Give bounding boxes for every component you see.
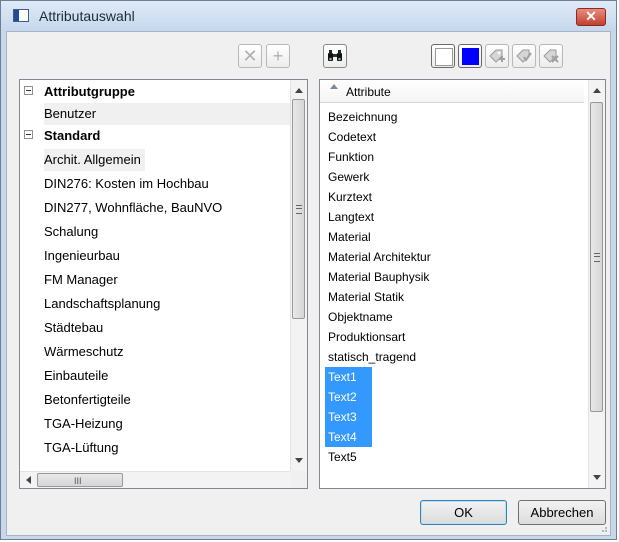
group-header[interactable]: Attributgruppe: [44, 81, 135, 103]
sort-ascending-icon: [330, 84, 338, 89]
delete-button[interactable]: ✕: [238, 44, 262, 68]
group-item[interactable]: TGA-Heizung: [44, 413, 123, 435]
attribute-item[interactable]: Material: [325, 227, 375, 247]
scroll-thumb[interactable]: [590, 102, 603, 412]
attribute-item[interactable]: Text5: [325, 447, 361, 467]
collapse-icon[interactable]: [24, 130, 33, 139]
horizontal-scroll-thumb[interactable]: III: [37, 473, 123, 487]
white-swatch: [435, 48, 453, 66]
right-vertical-scrollbar[interactable]: [588, 80, 605, 488]
scroll-up-icon[interactable]: [295, 88, 303, 93]
delete-icon: ✕: [242, 46, 258, 66]
add-icon: +: [272, 46, 284, 66]
scroll-corner: [290, 471, 307, 488]
resize-grip-icon[interactable]: [598, 523, 608, 533]
left-vertical-scrollbar[interactable]: [290, 80, 307, 471]
group-item[interactable]: Wärmeschutz: [44, 341, 123, 363]
window-icon: [13, 9, 29, 22]
scroll-up-icon[interactable]: [593, 88, 601, 93]
color-white-button[interactable]: [431, 44, 455, 68]
attribute-item-selected[interactable]: Text2: [325, 387, 372, 407]
remove-attribute-button[interactable]: [539, 44, 563, 68]
group-header[interactable]: Standard: [44, 125, 100, 147]
attribute-list[interactable]: Attribute Bezeichnung Codetext Funktion …: [319, 79, 606, 489]
group-item[interactable]: DIN277, Wohnfläche, BauNVO: [44, 197, 222, 219]
attribute-column-header[interactable]: Attribute: [320, 80, 584, 103]
dialog-client: ✕ + Attributgruppe Benutzer Standard Arc…: [6, 31, 611, 536]
attribute-item[interactable]: Material Architektur: [325, 247, 435, 267]
dialog-window: Attributauswahl ✕ ✕ + Attributgruppe Ben…: [0, 0, 617, 540]
attribute-group-list[interactable]: Attributgruppe Benutzer Standard Archit.…: [19, 79, 308, 489]
group-item[interactable]: Betonfertigteile: [44, 389, 131, 411]
attribute-item[interactable]: Objektname: [325, 307, 397, 327]
scroll-down-icon[interactable]: [593, 475, 601, 480]
tag-remove-icon: [543, 49, 559, 63]
attribute-item[interactable]: Langtext: [325, 207, 378, 227]
group-item[interactable]: Städtebau: [44, 317, 103, 339]
ok-button[interactable]: OK: [420, 500, 507, 525]
attribute-item-selected[interactable]: Text4: [325, 427, 372, 447]
add-button[interactable]: +: [266, 44, 290, 68]
group-item[interactable]: Archit. Allgemein: [44, 149, 145, 171]
color-blue-button[interactable]: [458, 44, 482, 68]
find-button[interactable]: [323, 44, 347, 68]
grip-icon: [594, 253, 600, 262]
group-item[interactable]: Benutzer: [44, 103, 300, 125]
close-button[interactable]: ✕: [576, 8, 606, 26]
attribute-item-selected[interactable]: Text3: [325, 407, 372, 427]
group-item[interactable]: FM Manager: [44, 269, 118, 291]
group-item[interactable]: Landschaftsplanung: [44, 293, 160, 315]
blue-swatch: [462, 48, 479, 65]
attribute-item[interactable]: statisch_tragend: [325, 347, 420, 367]
attribute-item[interactable]: Codetext: [325, 127, 380, 147]
grip-icon: [296, 205, 302, 214]
group-item[interactable]: TGA-Lüftung: [44, 437, 118, 459]
cancel-button[interactable]: Abbrechen: [518, 500, 606, 525]
left-horizontal-scrollbar[interactable]: III: [20, 471, 301, 488]
collapse-icon[interactable]: [24, 86, 33, 95]
tag-add-icon: [489, 49, 505, 63]
title-bar[interactable]: Attributauswahl ✕: [1, 1, 616, 31]
attribute-item[interactable]: Material Statik: [325, 287, 408, 307]
attribute-item[interactable]: Kurztext: [325, 187, 376, 207]
attribute-item-selected[interactable]: Text1: [325, 367, 372, 387]
group-item[interactable]: DIN276: Kosten im Hochbau: [44, 173, 209, 195]
attribute-item[interactable]: Gewerk: [325, 167, 373, 187]
scroll-left-icon[interactable]: [26, 476, 31, 484]
attribute-header-label: Attribute: [346, 85, 391, 99]
add-attribute-button[interactable]: [485, 44, 509, 68]
scroll-down-icon[interactable]: [295, 458, 303, 463]
binoculars-icon: [328, 50, 342, 61]
attribute-item[interactable]: Material Bauphysik: [325, 267, 433, 287]
attribute-item[interactable]: Produktionsart: [325, 327, 409, 347]
close-icon: ✕: [585, 8, 597, 24]
scroll-thumb[interactable]: [292, 99, 305, 319]
group-item[interactable]: Einbauteile: [44, 365, 108, 387]
window-title: Attributauswahl: [39, 8, 135, 24]
attribute-item[interactable]: Bezeichnung: [325, 107, 401, 127]
edit-attribute-button[interactable]: [512, 44, 536, 68]
group-item[interactable]: Ingenieurbau: [44, 245, 120, 267]
attribute-item[interactable]: Funktion: [325, 147, 378, 167]
group-item[interactable]: Schalung: [44, 221, 98, 243]
tag-check-icon: [516, 49, 532, 63]
horizontal-grip-icon: III: [74, 476, 82, 486]
